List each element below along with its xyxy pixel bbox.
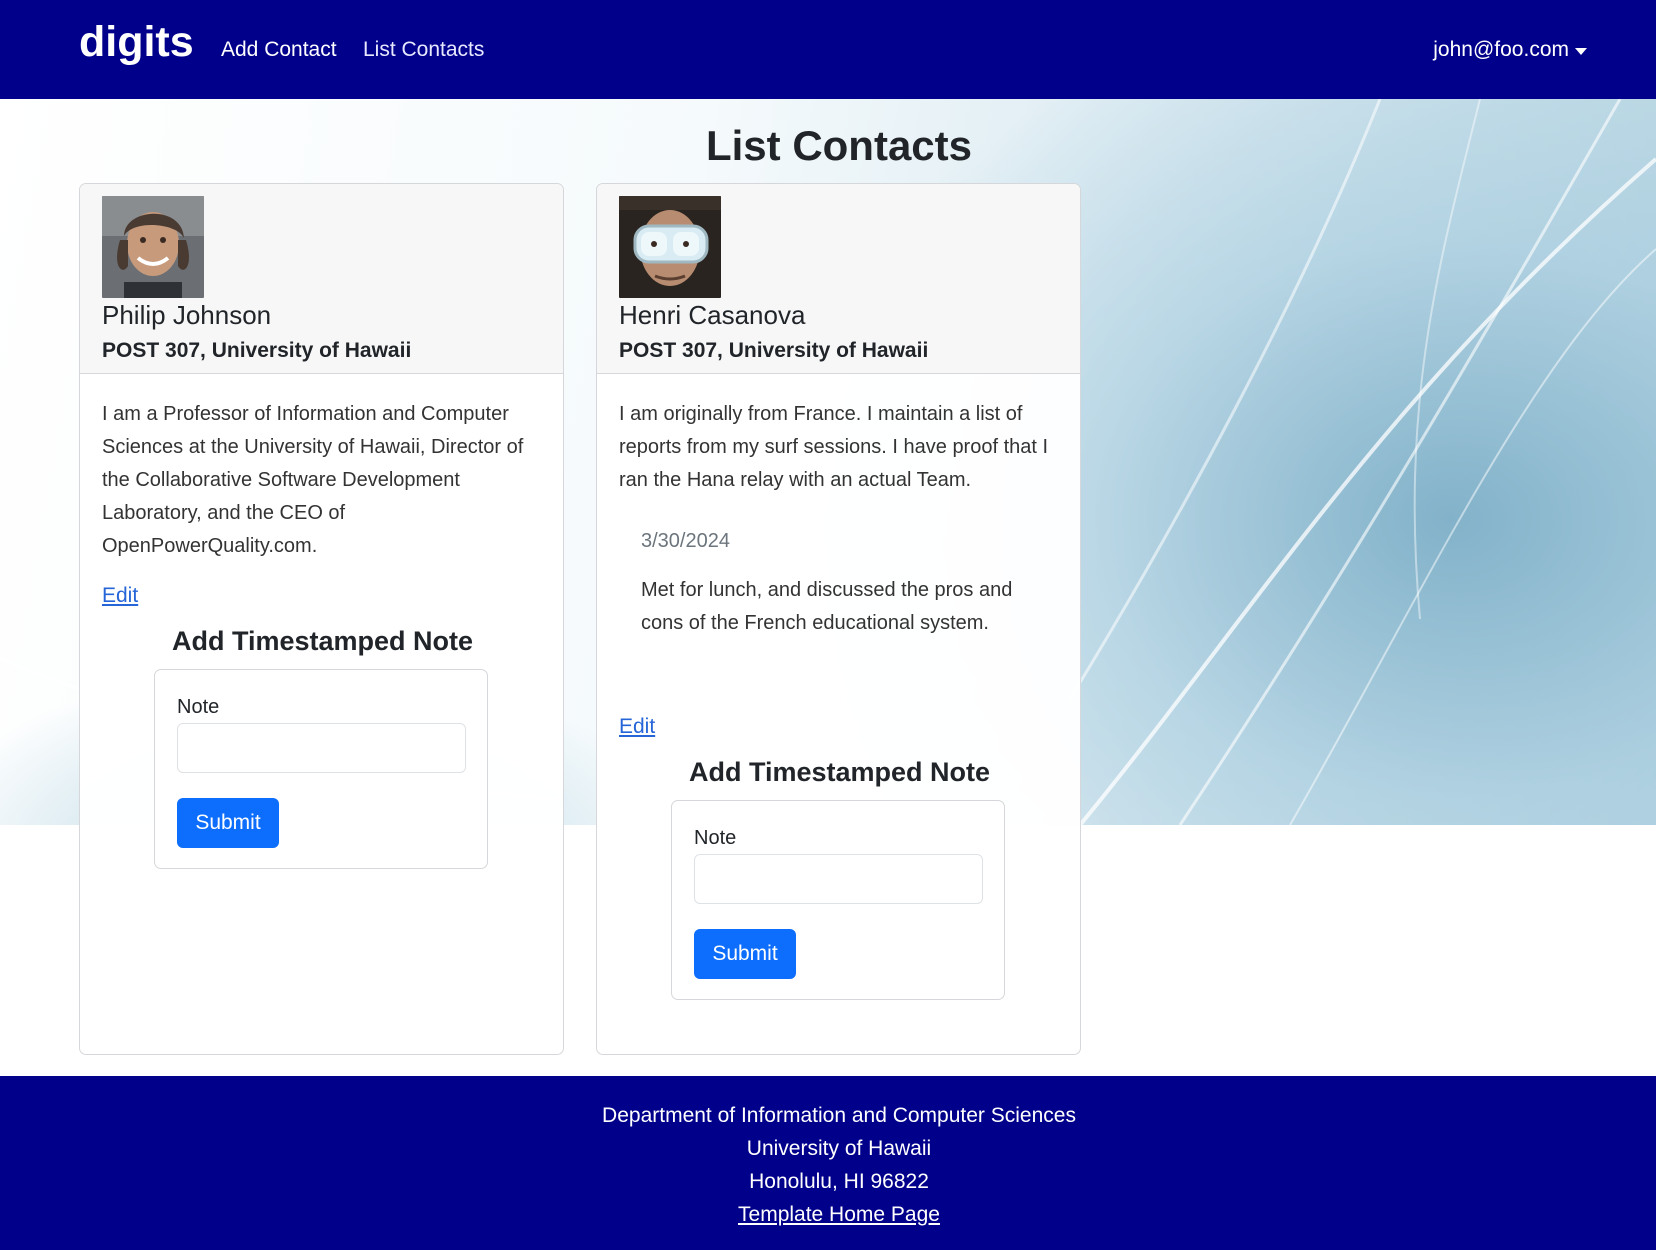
note-input[interactable] [177, 723, 466, 773]
contact-description: I am originally from France. I maintain … [619, 403, 1049, 491]
contact-address: POST 307, University of Hawaii [619, 339, 929, 362]
nav-list-contacts[interactable]: List Contacts [363, 38, 484, 62]
caret-down-icon [1575, 47, 1587, 55]
contact-card: Henri Casanova POST 307, University of H… [596, 183, 1081, 1055]
footer-template-link[interactable]: Template Home Page [738, 1203, 940, 1226]
navbar: digits Add Contact List Contacts john@fo… [0, 0, 1656, 99]
contact-card: Philip Johnson POST 307, University of H… [79, 183, 564, 1055]
contact-description: I am a Professor of Information and Comp… [102, 403, 524, 557]
avatar [102, 196, 204, 298]
contact-name: Henri Casanova [619, 300, 806, 330]
submit-button[interactable]: Submit [177, 798, 279, 848]
note-form: Note Submit [671, 800, 1005, 1000]
contact-name: Philip Johnson [102, 300, 272, 330]
note-label: Note [694, 827, 737, 849]
note-date: 3/30/2024 [641, 530, 730, 552]
add-note-title: Add Timestamped Note [688, 757, 991, 787]
footer: Department of Information and Computer S… [0, 1076, 1656, 1250]
user-dropdown[interactable]: john@foo.com [1433, 38, 1587, 62]
nav-add-contact[interactable]: Add Contact [221, 38, 337, 62]
note-text: Met for lunch, and discussed the pros an… [641, 579, 1013, 634]
submit-button[interactable]: Submit [694, 929, 796, 979]
edit-link[interactable]: Edit [102, 584, 138, 608]
brand-logo[interactable]: digits [79, 18, 194, 67]
footer-university: University of Hawaii [746, 1137, 932, 1160]
avatar [619, 196, 721, 298]
user-email: john@foo.com [1433, 38, 1569, 61]
card-header: Henri Casanova POST 307, University of H… [597, 184, 1080, 374]
card-header: Philip Johnson POST 307, University of H… [80, 184, 563, 374]
note-form: Note Submit [154, 669, 488, 869]
footer-address: Honolulu, HI 96822 [749, 1170, 929, 1193]
footer-department: Department of Information and Computer S… [602, 1104, 1076, 1127]
note-input[interactable] [694, 854, 983, 904]
note-label: Note [177, 696, 220, 718]
page-title: List Contacts [705, 122, 973, 169]
edit-link[interactable]: Edit [619, 715, 655, 739]
contact-address: POST 307, University of Hawaii [102, 339, 412, 362]
add-note-title: Add Timestamped Note [171, 626, 474, 656]
